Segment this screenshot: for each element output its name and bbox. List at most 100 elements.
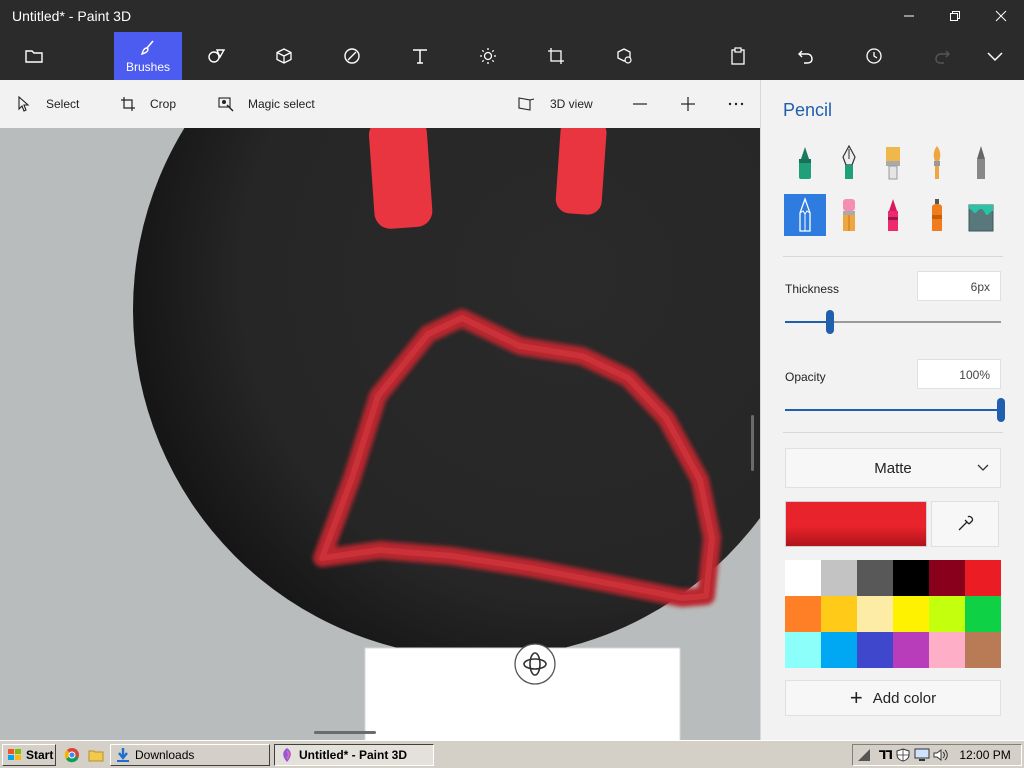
taskbar-paint3d[interactable]: Untitled* - Paint 3D (274, 744, 434, 766)
palette-swatch[interactable] (929, 560, 965, 596)
paint3d-icon (283, 748, 291, 762)
crayon-brush[interactable] (872, 194, 914, 236)
add-color-button[interactable]: + Add color (785, 680, 1001, 716)
palette-swatch[interactable] (929, 632, 965, 668)
taskbar-downloads[interactable]: Downloads (110, 744, 270, 766)
close-button[interactable] (978, 0, 1024, 32)
plus-icon: + (849, 685, 863, 710)
palette-swatch[interactable] (893, 632, 929, 668)
zoom-out-button[interactable] (632, 80, 662, 128)
crop-tool[interactable]: Crop (120, 80, 176, 128)
thickness-input[interactable]: 6px (917, 271, 1001, 301)
crop-label: Crop (150, 97, 177, 111)
spray-can-brush[interactable] (916, 194, 958, 236)
minimize-button[interactable] (886, 0, 932, 32)
pencil-icon (799, 197, 811, 232)
calligraphy-pen-icon (842, 145, 856, 179)
finish-dropdown[interactable]: Matte (785, 448, 1001, 488)
text-tab[interactable] (386, 32, 454, 80)
palette-swatch[interactable] (857, 560, 893, 596)
select-tool[interactable]: Select (16, 80, 79, 128)
chrome-quicklaunch[interactable] (60, 744, 82, 766)
library-icon (617, 48, 632, 64)
3d-view-toggle[interactable]: 3D view (518, 80, 593, 128)
oil-brush[interactable] (872, 142, 914, 184)
drawing-canvas[interactable] (0, 128, 760, 740)
stickers-tab[interactable] (318, 32, 386, 80)
opacity-slider-thumb[interactable] (997, 398, 1005, 422)
history-button[interactable] (840, 32, 908, 80)
watercolor-brush[interactable] (916, 142, 958, 184)
cube-icon (276, 48, 292, 64)
taskbar: Start Downloads Untitled* - Paint 3D ⅂⅂ … (0, 740, 1024, 768)
palette-swatch[interactable] (857, 596, 893, 632)
clock[interactable]: 12:00 PM (959, 748, 1010, 762)
palette-swatch[interactable] (821, 632, 857, 668)
palette-swatch[interactable] (785, 560, 821, 596)
palette-swatch[interactable] (893, 560, 929, 596)
panel-title: Pencil (783, 100, 833, 120)
restore-button[interactable] (932, 0, 978, 32)
windows-logo-icon (8, 749, 21, 760)
horizontal-scrollbar[interactable] (314, 731, 376, 734)
opacity-label: Opacity (785, 370, 826, 384)
marker-icon (799, 147, 811, 179)
color-palette (785, 560, 1001, 668)
canvas-toolbar: Select Crop Magic select 3D view (0, 80, 760, 128)
opacity-slider[interactable] (785, 398, 1005, 422)
start-button[interactable]: Start (2, 744, 56, 766)
palette-swatch[interactable] (893, 596, 929, 632)
opacity-input[interactable]: 100% (917, 359, 1001, 389)
title-bar: Untitled* - Paint 3D (0, 0, 1024, 32)
pencil-brush[interactable] (784, 194, 826, 236)
palette-swatch[interactable] (929, 596, 965, 632)
fill-bucket-brush[interactable] (960, 194, 1002, 236)
zoom-in-button[interactable] (680, 80, 710, 128)
explorer-quicklaunch[interactable] (84, 744, 106, 766)
eraser-brush[interactable] (828, 194, 870, 236)
shapes-2d-tab[interactable] (182, 32, 250, 80)
palette-swatch[interactable] (821, 596, 857, 632)
palette-swatch[interactable] (965, 596, 1001, 632)
canvas-area[interactable] (0, 128, 760, 740)
palette-swatch[interactable] (857, 632, 893, 668)
3d-library-tab[interactable] (590, 32, 658, 80)
eyedropper-icon (958, 515, 974, 531)
palette-swatch[interactable] (821, 560, 857, 596)
vertical-scrollbar[interactable] (751, 415, 754, 471)
calligraphy-pen-brush[interactable] (828, 142, 870, 184)
undo-button[interactable] (772, 32, 840, 80)
palette-swatch[interactable] (785, 596, 821, 632)
ime-icon[interactable]: ⅂⅂ (879, 748, 892, 762)
plus-icon (681, 97, 695, 111)
shapes-3d-tab[interactable] (250, 32, 318, 80)
marker-brush[interactable] (784, 142, 826, 184)
finish-value: Matte (874, 459, 912, 477)
magic-select-tool[interactable]: Magic select (218, 80, 315, 128)
paste-button[interactable] (704, 32, 772, 80)
thickness-slider[interactable] (785, 310, 1001, 334)
thickness-slider-thumb[interactable] (826, 310, 835, 334)
brushes-tab[interactable]: Brushes (114, 32, 182, 80)
expand-menu-button[interactable] (966, 32, 1024, 80)
minimize-icon (904, 15, 914, 17)
canvas-tab[interactable] (522, 32, 590, 80)
redo-icon (935, 50, 950, 64)
eyedropper-button[interactable] (931, 501, 999, 547)
current-color-swatch[interactable] (785, 501, 927, 547)
3d-view-label: 3D view (550, 97, 593, 111)
spray-can-icon (932, 199, 942, 231)
chrome-icon (64, 748, 79, 763)
eraser-icon (843, 199, 855, 231)
effects-tab[interactable] (454, 32, 522, 80)
magic-select-icon (218, 97, 234, 112)
palette-swatch[interactable] (965, 632, 1001, 668)
ellipsis-icon (728, 102, 744, 106)
palette-swatch[interactable] (785, 632, 821, 668)
more-options-button[interactable] (728, 80, 758, 128)
rotate-handle[interactable] (514, 643, 556, 685)
menu-button[interactable] (0, 32, 68, 80)
pixel-pen-brush[interactable] (960, 142, 1002, 184)
close-icon (995, 10, 1007, 22)
palette-swatch[interactable] (965, 560, 1001, 596)
